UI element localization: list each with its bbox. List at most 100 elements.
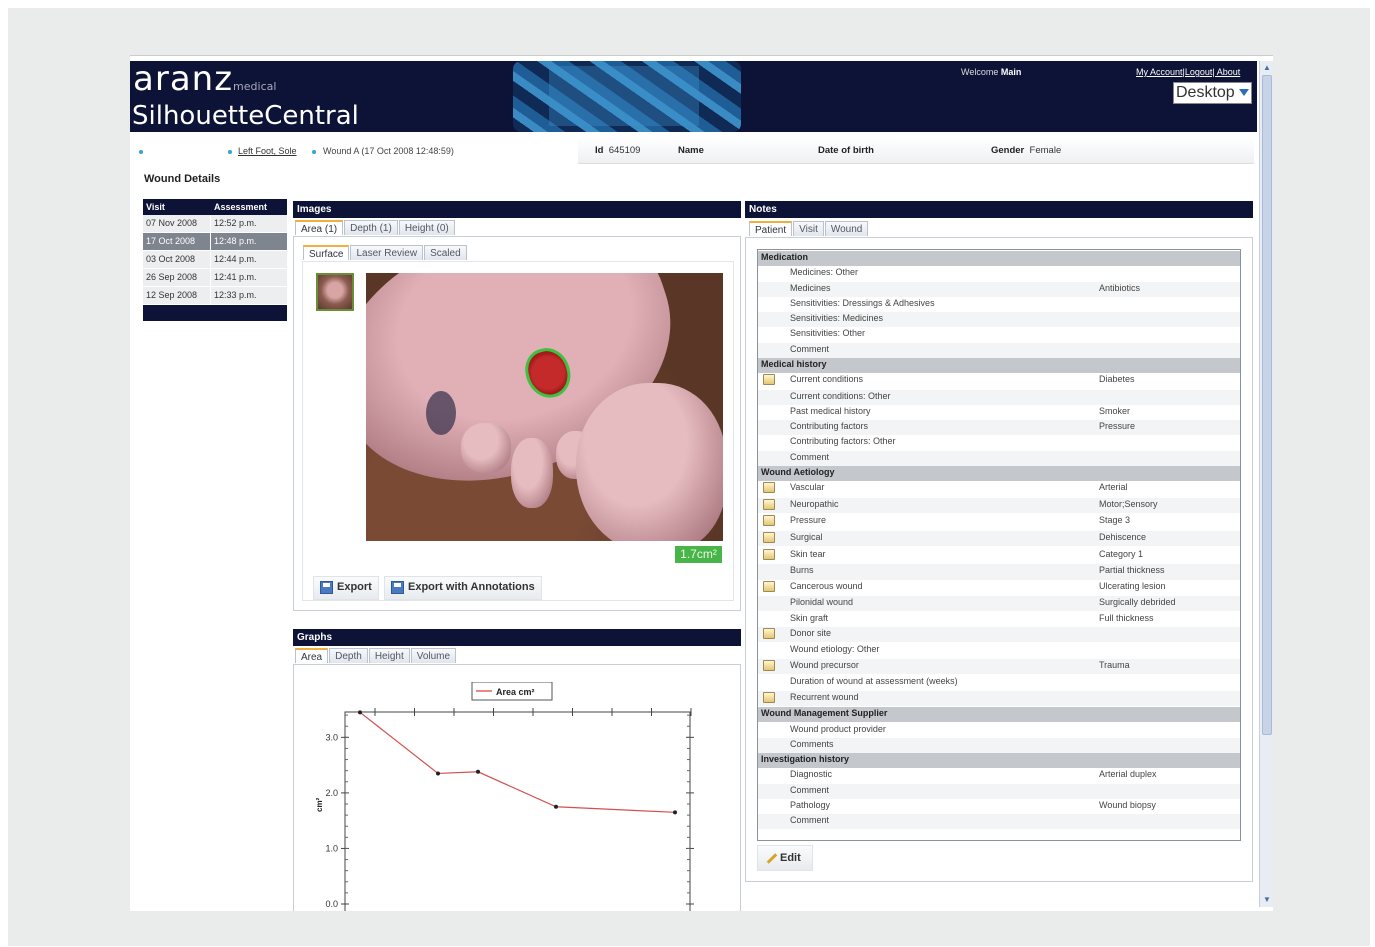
notes-row: Comment: [758, 783, 1240, 799]
tab-wound[interactable]: Wound: [824, 221, 869, 236]
scroll-down-icon[interactable]: ▼: [1262, 895, 1272, 905]
tab-patient[interactable]: Patient: [749, 221, 793, 236]
notes-field-value: Surgically debrided: [1099, 597, 1176, 608]
notes-field-value: Smoker: [1099, 405, 1131, 416]
note-document-icon[interactable]: [763, 580, 775, 592]
notes-section-header: Wound Aetiology: [758, 465, 1240, 482]
notes-row: Diagnostic Arterial duplex: [758, 768, 1240, 783]
notes-row: Vascular Arterial: [758, 481, 1240, 496]
tab-volume[interactable]: Volume: [410, 648, 457, 663]
subtab-scaled[interactable]: Scaled: [424, 245, 467, 260]
chevron-down-icon[interactable]: [1239, 89, 1249, 96]
tab-visit[interactable]: Visit: [793, 221, 824, 236]
tab-height[interactable]: Height: [368, 648, 410, 663]
export-button[interactable]: Export: [313, 576, 379, 600]
note-document-icon[interactable]: [763, 482, 775, 494]
note-document-icon[interactable]: [763, 659, 775, 671]
notes-field-label: Diagnostic: [790, 769, 833, 780]
data-point[interactable]: [476, 769, 480, 774]
notes-row: Current conditions Diabetes: [758, 373, 1240, 388]
subtab-surface[interactable]: Surface: [303, 245, 350, 260]
notes-field-label: Comments: [790, 738, 834, 749]
brand-logo: aranzmedical: [133, 59, 276, 99]
patient-info-bar: Id 645109 Name Date of birth Gender Fema…: [578, 138, 1254, 164]
vertical-scrollbar[interactable]: ▲ ▼: [1259, 61, 1273, 907]
notes-field-value: Antibiotics: [1099, 282, 1141, 293]
note-document-icon[interactable]: [763, 627, 775, 639]
data-point[interactable]: [358, 710, 362, 715]
tab-area-1[interactable]: Area (1): [295, 220, 344, 235]
data-point[interactable]: [436, 771, 440, 776]
product-name: SilhouetteCentral: [132, 101, 359, 131]
tab-height-0[interactable]: Height (0): [398, 220, 455, 235]
export-annotations-button[interactable]: Export with Annotations: [384, 576, 542, 600]
table-row[interactable]: 26 Sep 2008 12:41 p.m.: [143, 269, 287, 287]
notes-section-title: Medical history: [761, 358, 827, 369]
notes-row: Wound precursor Trauma: [758, 658, 1240, 674]
tab-depth[interactable]: Depth: [329, 648, 368, 663]
y-tick-label: 0.0: [325, 899, 338, 909]
notes-row: Sensitivities: Dressings & Adhesives: [758, 297, 1240, 312]
breadcrumb-link[interactable]: Left Foot, Sole: [238, 146, 297, 156]
tab-depth-1[interactable]: Depth (1): [344, 220, 398, 235]
notes-row: Past medical history Smoker: [758, 405, 1240, 420]
chart-legend-label: Area cm²: [496, 687, 535, 697]
patient-dob-label: Date of birth: [818, 145, 874, 156]
notes-panel-header: Notes: [745, 201, 1253, 218]
notes-field-value: Trauma: [1099, 659, 1130, 670]
patient-dob: Date of birth: [818, 145, 874, 156]
data-point[interactable]: [554, 804, 558, 809]
notes-row: Surgical Dehiscence: [758, 531, 1240, 547]
patient-gender-label: Gender: [991, 145, 1025, 156]
table-row[interactable]: 12 Sep 2008 12:33 p.m.: [143, 287, 287, 305]
table-row[interactable]: 17 Oct 2008 12:48 p.m.: [143, 233, 287, 251]
scrollbar-thumb[interactable]: [1262, 75, 1272, 735]
notes-row: Sensitivities: Medicines: [758, 312, 1240, 328]
notes-row: Comment: [758, 450, 1240, 466]
account-links[interactable]: My Account|Logout| About: [1136, 67, 1240, 77]
table-row[interactable]: 03 Oct 2008 12:44 p.m.: [143, 251, 287, 269]
notes-field-value: Arterial duplex: [1099, 769, 1157, 780]
notes-field-value: Full thickness: [1099, 612, 1154, 623]
data-point[interactable]: [673, 810, 677, 815]
notes-list: Medication Medicines: Other Medicines Antib…: [757, 249, 1241, 841]
visit-date: 12 Sep 2008: [143, 287, 211, 304]
table-row[interactable]: 07 Nov 2008 12:52 p.m.: [143, 215, 287, 233]
welcome-text: Welcome Main: [961, 67, 1021, 77]
note-document-icon[interactable]: [763, 532, 775, 544]
notes-row: Medicines Antibiotics: [758, 281, 1240, 297]
notes-row: Current conditions: Other: [758, 389, 1240, 405]
bullet-icon: [312, 150, 316, 154]
images-panel-header: Images: [293, 201, 741, 218]
notes-field-label: Current conditions: [790, 374, 864, 384]
scroll-up-icon[interactable]: ▲: [1262, 63, 1272, 73]
bullet-icon: [228, 150, 232, 154]
workspace-select-value: Desktop: [1176, 84, 1235, 101]
image-thumbnail[interactable]: [316, 273, 354, 311]
edit-button[interactable]: Edit: [757, 845, 813, 871]
note-document-icon[interactable]: [763, 691, 775, 703]
y-tick-label: 3.0: [325, 732, 338, 742]
logo-subtext: medical: [233, 80, 277, 93]
graphs-panel-header: Graphs: [293, 629, 741, 646]
workspace-select[interactable]: Desktop: [1173, 82, 1252, 104]
note-document-icon[interactable]: [763, 548, 775, 560]
notes-field-label: Duration of wound at assessment (weeks): [790, 676, 958, 687]
notes-row: Donor site: [758, 626, 1240, 642]
notes-row: Duration of wound at assessment (weeks): [758, 675, 1240, 690]
export-button-label: Export: [337, 581, 372, 593]
note-document-icon[interactable]: [763, 515, 775, 527]
notes-field-label: Sensitivities: Dressings & Adhesives: [790, 297, 935, 308]
notes-field-value: Arterial: [1099, 482, 1128, 493]
notes-field-label: Cancerous wound: [790, 580, 863, 591]
note-document-icon[interactable]: [763, 498, 775, 510]
welcome-user: Main: [1000, 67, 1022, 77]
visit-date: 17 Oct 2008: [143, 233, 211, 250]
notes-row: Pathology Wound biopsy: [758, 799, 1240, 814]
wound-photo[interactable]: [366, 273, 723, 541]
note-document-icon[interactable]: [763, 374, 775, 385]
y-tick-label: 1.0: [325, 843, 338, 853]
tab-area[interactable]: Area: [295, 648, 329, 663]
subtab-laser-review[interactable]: Laser Review: [350, 245, 424, 260]
notes-section-header: Investigation history: [758, 753, 1240, 769]
